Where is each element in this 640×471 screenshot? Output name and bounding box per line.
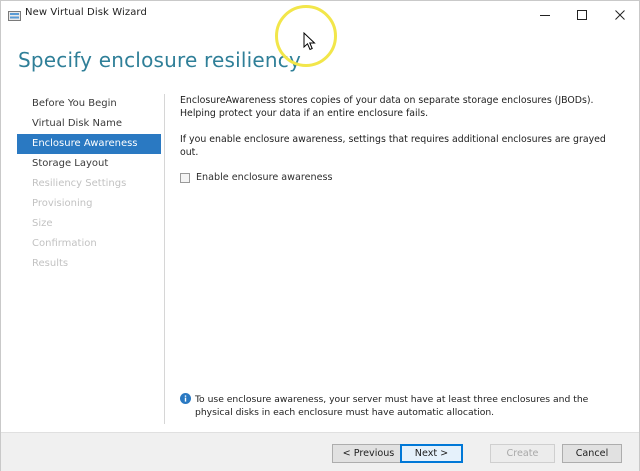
window-title: New Virtual Disk Wizard	[25, 7, 147, 18]
description-text: EnclosureAwareness stores copies of your…	[180, 95, 594, 119]
wizard-window: New Virtual Disk Wizard Specify enclosur…	[0, 0, 640, 471]
button-bar: < Previous Next > Create Cancel	[1, 432, 639, 471]
enable-enclosure-awareness-checkbox[interactable]	[180, 172, 190, 183]
minimize-icon	[540, 5, 550, 24]
content-panel: EnclosureAwareness stores copies of your…	[180, 95, 620, 159]
nav-step-storage-layout[interactable]: Storage Layout	[17, 154, 161, 174]
cancel-button[interactable]: Cancel	[562, 444, 622, 463]
enable-enclosure-awareness-label[interactable]: Enable enclosure awareness	[196, 172, 333, 183]
nav-step-enclosure-awareness[interactable]: Enclosure Awareness	[17, 134, 161, 154]
cursor-icon	[303, 31, 317, 52]
info-text: To use enclosure awareness, your server …	[195, 394, 589, 418]
info-icon	[180, 393, 191, 404]
nav-step-results: Results	[32, 258, 69, 269]
close-button[interactable]	[600, 1, 640, 27]
enable-enclosure-awareness-row[interactable]: Enable enclosure awareness	[180, 172, 333, 183]
nav-step-size: Size	[32, 218, 53, 229]
nav-step-virtual-disk-name[interactable]: Virtual Disk Name	[17, 114, 161, 134]
nav-step-before-you-begin[interactable]: Before You Begin	[17, 94, 161, 114]
nav-step-confirmation: Confirmation	[32, 238, 97, 249]
nav-step-provisioning: Provisioning	[32, 198, 93, 209]
nav-step-resiliency-settings: Resiliency Settings	[32, 178, 127, 189]
minimize-button[interactable]	[525, 1, 565, 27]
maximize-button[interactable]	[562, 1, 602, 27]
previous-button[interactable]: < Previous	[332, 444, 405, 463]
close-icon	[615, 5, 625, 24]
page-title: Specify enclosure resiliency	[18, 48, 302, 72]
wizard-steps-nav: Before You Begin Virtual Disk Name Enclo…	[17, 94, 161, 424]
virtual-disk-icon	[8, 7, 21, 21]
info-note: To use enclosure awareness, your server …	[180, 393, 620, 419]
maximize-icon	[577, 5, 587, 24]
grayed-settings-note: If you enable enclosure awareness, setti…	[180, 134, 606, 158]
nav-divider	[164, 94, 165, 424]
create-button: Create	[490, 444, 555, 463]
next-button[interactable]: Next >	[400, 444, 463, 463]
